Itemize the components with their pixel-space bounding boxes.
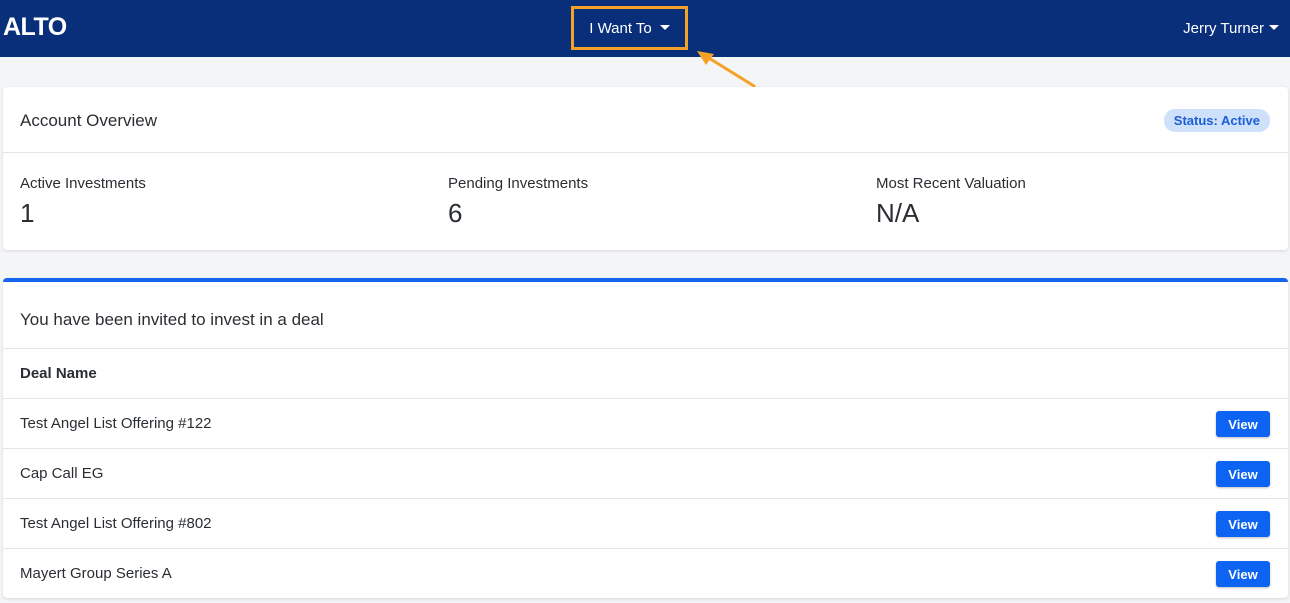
i-want-to-label: I Want To xyxy=(589,19,652,37)
caret-down-icon xyxy=(659,24,670,30)
deal-invites-header: You have been invited to invest in a dea… xyxy=(3,282,1288,349)
user-menu-dropdown[interactable]: Jerry Turner xyxy=(1183,20,1279,37)
deal-invites-card: You have been invited to invest in a dea… xyxy=(3,278,1288,598)
brand-logo[interactable]: ALTO xyxy=(3,13,67,42)
annotation-arrow-icon xyxy=(697,51,756,88)
caret-down-icon xyxy=(1269,25,1279,30)
view-button[interactable]: View xyxy=(1216,561,1270,587)
account-overview-header: Account Overview Status: Active xyxy=(3,87,1288,153)
stat-value: N/A xyxy=(876,198,920,228)
stat-value: 6 xyxy=(448,198,463,228)
stat-most-recent-valuation: Most Recent Valuation N/A xyxy=(876,175,1026,229)
stat-value: 1 xyxy=(20,198,35,228)
deal-name: Cap Call EG xyxy=(20,465,104,482)
stat-label: Most Recent Valuation xyxy=(876,175,1026,192)
top-navbar: ALTO I Want To Jerry Turner xyxy=(0,0,1290,57)
view-button[interactable]: View xyxy=(1216,511,1270,537)
table-row: Mayert Group Series A View xyxy=(3,549,1288,599)
deal-name: Mayert Group Series A xyxy=(20,565,172,582)
account-overview-title: Account Overview xyxy=(20,111,157,130)
table-header-row: Deal Name xyxy=(3,349,1288,399)
user-name: Jerry Turner xyxy=(1183,20,1264,37)
table-row: Test Angel List Offering #122 View xyxy=(3,399,1288,449)
stat-pending-investments: Pending Investments 6 xyxy=(448,175,588,229)
deal-name: Test Angel List Offering #802 xyxy=(20,515,212,532)
stat-label: Pending Investments xyxy=(448,175,589,192)
view-button[interactable]: View xyxy=(1216,461,1270,487)
i-want-to-dropdown[interactable]: I Want To xyxy=(571,6,688,50)
deal-invites-title: You have been invited to invest in a dea… xyxy=(20,310,324,329)
table-row: Cap Call EG View xyxy=(3,449,1288,499)
account-overview-card: Account Overview Status: Active Active I… xyxy=(3,87,1288,250)
status-badge: Status: Active xyxy=(1163,109,1270,132)
column-header-deal-name: Deal Name xyxy=(20,365,97,382)
view-button[interactable]: View xyxy=(1216,411,1270,437)
stat-label: Active Investments xyxy=(20,175,146,192)
stat-active-investments: Active Investments 1 xyxy=(20,175,146,229)
deal-name: Test Angel List Offering #122 xyxy=(20,415,212,432)
table-row: Test Angel List Offering #802 View xyxy=(3,499,1288,549)
